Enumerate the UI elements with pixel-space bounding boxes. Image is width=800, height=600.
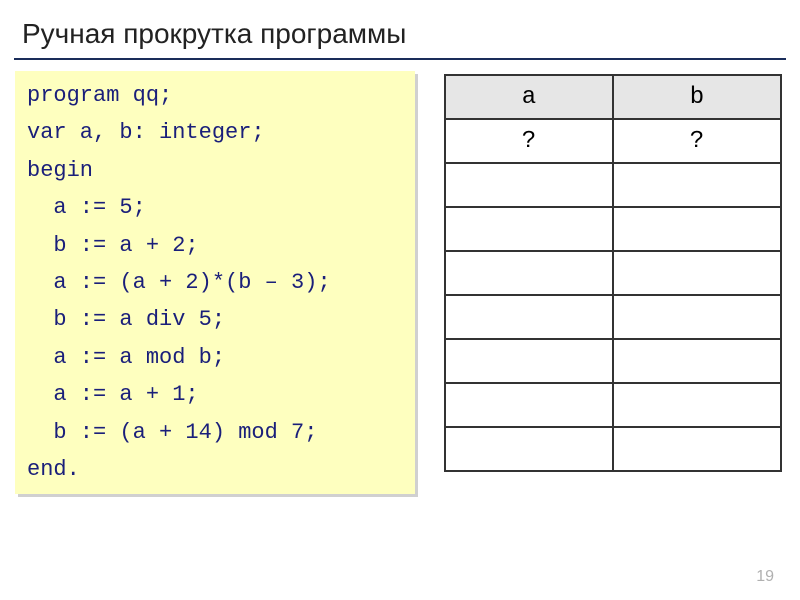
table-row <box>445 295 781 339</box>
col-header-a: a <box>445 75 613 119</box>
code-line: var a, b: integer; <box>27 120 265 145</box>
table-row <box>445 251 781 295</box>
cell <box>445 163 613 207</box>
table-row: ? ? <box>445 119 781 163</box>
code-line: b := (a + 14) mod 7; <box>27 420 317 445</box>
code-frame: program qq; var a, b: integer; begin a :… <box>18 74 418 497</box>
cell <box>613 163 781 207</box>
table-header-row: a b <box>445 75 781 119</box>
cell <box>445 295 613 339</box>
table-row <box>445 163 781 207</box>
cell <box>445 427 613 471</box>
cell: ? <box>613 119 781 163</box>
code-line: b := a div 5; <box>27 307 225 332</box>
cell <box>445 251 613 295</box>
code-line: begin <box>27 158 93 183</box>
code-line: a := a + 1; <box>27 382 199 407</box>
code-line: end. <box>27 457 80 482</box>
code-line: a := (a + 2)*(b – 3); <box>27 270 331 295</box>
trace-table: a b ? ? <box>444 74 782 472</box>
title-rule <box>14 58 786 60</box>
code-line: a := a mod b; <box>27 345 225 370</box>
cell: ? <box>445 119 613 163</box>
code-line: a := 5; <box>27 195 146 220</box>
code-block: program qq; var a, b: integer; begin a :… <box>15 71 415 494</box>
cell <box>613 251 781 295</box>
cell <box>613 339 781 383</box>
table-row <box>445 207 781 251</box>
col-header-b: b <box>613 75 781 119</box>
cell <box>445 339 613 383</box>
slide-title: Ручная прокрутка программы <box>0 0 800 58</box>
table-row <box>445 427 781 471</box>
cell <box>613 295 781 339</box>
cell <box>613 427 781 471</box>
content-area: program qq; var a, b: integer; begin a :… <box>0 74 800 497</box>
cell <box>613 383 781 427</box>
cell <box>445 383 613 427</box>
code-line: program qq; <box>27 83 172 108</box>
trace-table-wrap: a b ? ? <box>444 74 782 472</box>
table-row <box>445 339 781 383</box>
table-row <box>445 383 781 427</box>
code-line: b := a + 2; <box>27 233 199 258</box>
cell <box>445 207 613 251</box>
page-number: 19 <box>756 568 774 586</box>
cell <box>613 207 781 251</box>
